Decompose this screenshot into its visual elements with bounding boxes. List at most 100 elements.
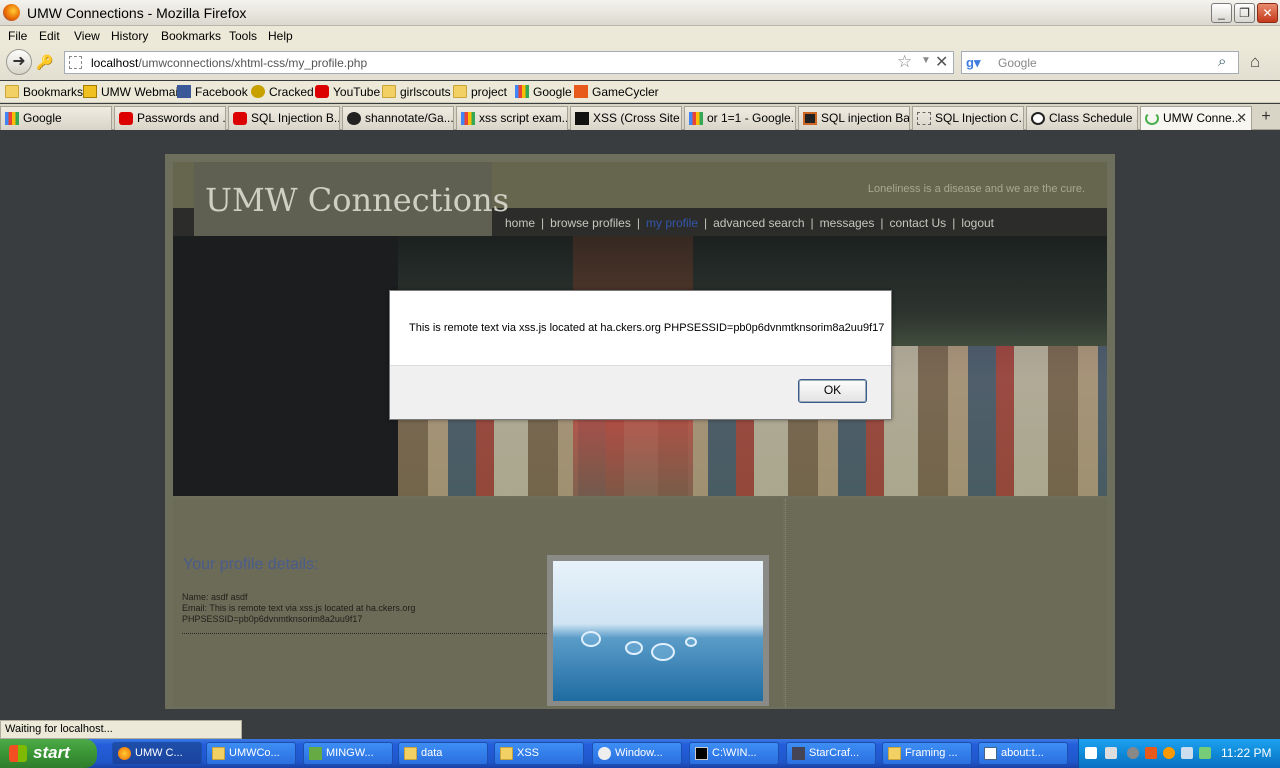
menu-help[interactable]: Help bbox=[268, 29, 293, 43]
nav-separator: | bbox=[541, 216, 545, 230]
key-icon[interactable]: 🔑 bbox=[36, 54, 53, 71]
bookmark-umw-webmail[interactable]: UMW Webmail bbox=[83, 85, 181, 99]
tab-passwords[interactable]: Passwords and ... bbox=[114, 106, 226, 130]
task-umw-connections[interactable]: UMW C... bbox=[112, 742, 202, 765]
bookmark-girlscouts[interactable]: girlscouts bbox=[382, 85, 451, 99]
tray-icon[interactable] bbox=[1163, 747, 1175, 759]
dark-sidebar-panel bbox=[173, 236, 398, 496]
task-about[interactable]: about:t... bbox=[978, 742, 1068, 765]
gamecycler-icon bbox=[574, 85, 588, 98]
url-history-dropdown-icon[interactable]: ▼ bbox=[921, 55, 931, 66]
tab-or-1-1[interactable]: or 1=1 - Google... bbox=[684, 106, 796, 130]
home-icon[interactable]: ⌂ bbox=[1250, 52, 1260, 72]
menu-edit[interactable]: Edit bbox=[39, 29, 60, 43]
restore-button[interactable]: ❐ bbox=[1234, 3, 1255, 23]
nav-my-profile[interactable]: my profile bbox=[646, 216, 698, 230]
folder-icon bbox=[5, 85, 19, 98]
task-umwconnections-folder[interactable]: UMWCo... bbox=[206, 742, 296, 765]
divider bbox=[182, 633, 547, 634]
folder-icon bbox=[888, 747, 901, 760]
nav-advanced-search[interactable]: advanced search bbox=[713, 216, 804, 230]
tab-shannotate[interactable]: shannotate/Ga... bbox=[342, 106, 454, 130]
site-container: UMW Connections Loneliness is a disease … bbox=[165, 154, 1115, 709]
tab-sql-injection-c[interactable]: SQL Injection C... bbox=[912, 106, 1024, 130]
bookmark-facebook[interactable]: Facebook bbox=[177, 85, 248, 99]
volume-icon[interactable] bbox=[1181, 747, 1193, 759]
task-command-prompt[interactable]: C:\WIN... bbox=[689, 742, 779, 765]
tray-icon[interactable] bbox=[1127, 747, 1139, 759]
close-tab-icon[interactable]: ✕ bbox=[1236, 107, 1247, 129]
status-text: Waiting for localhost... bbox=[5, 723, 113, 735]
back-button[interactable]: ➜ bbox=[6, 49, 32, 75]
url-bar[interactable]: localhost/umwconnections/xhtml-css/my_pr… bbox=[64, 51, 954, 74]
close-button[interactable]: ✕ bbox=[1257, 3, 1278, 23]
bookmark-cracked[interactable]: Cracked bbox=[251, 85, 314, 99]
clock[interactable]: 11:22 PM bbox=[1221, 746, 1271, 760]
site-logo[interactable]: UMW Connections bbox=[205, 181, 509, 219]
folder-icon bbox=[500, 747, 513, 760]
minimize-button[interactable]: _ bbox=[1211, 3, 1232, 23]
bookmark-gamecycler[interactable]: GameCycler bbox=[574, 85, 659, 99]
search-bar[interactable]: g▾ Google ⌕ bbox=[961, 51, 1239, 74]
nav-messages[interactable]: messages bbox=[820, 216, 875, 230]
tray-icon[interactable] bbox=[1105, 747, 1117, 759]
google-icon bbox=[5, 112, 19, 125]
search-icon[interactable]: ⌕ bbox=[1218, 53, 1226, 70]
bookmark-project[interactable]: project bbox=[453, 85, 507, 99]
task-framing-folder[interactable]: Framing ... bbox=[882, 742, 972, 765]
site-identity-icon[interactable] bbox=[69, 56, 82, 69]
search-input[interactable]: Google bbox=[998, 56, 1037, 70]
tab-umw-connections[interactable]: UMW Conne... ✕ bbox=[1140, 106, 1252, 130]
media-player-icon bbox=[598, 747, 611, 760]
google-engine-icon[interactable]: g▾ bbox=[966, 55, 982, 71]
google-icon bbox=[461, 112, 475, 125]
nav-home[interactable]: home bbox=[505, 216, 535, 230]
tab-class-schedule[interactable]: Class Schedule ... bbox=[1026, 106, 1138, 130]
site-tagline: Loneliness is a disease and we are the c… bbox=[867, 183, 1085, 195]
window-title: UMW Connections - Mozilla Firefox bbox=[27, 5, 247, 21]
stop-icon[interactable]: ✕ bbox=[935, 52, 948, 72]
profile-details: Name: asdf asdf Email: This is remote te… bbox=[182, 592, 542, 625]
menu-view[interactable]: View bbox=[74, 29, 100, 43]
tray-icon[interactable] bbox=[1145, 747, 1157, 759]
url-text[interactable]: localhost/umwconnections/xhtml-css/my_pr… bbox=[91, 56, 367, 70]
bookmark-google[interactable]: Google bbox=[515, 85, 572, 99]
profile-heading: Your profile details: bbox=[183, 556, 319, 573]
youtube-icon bbox=[233, 112, 247, 125]
menu-bookmarks[interactable]: Bookmarks bbox=[161, 29, 221, 43]
title-bar: UMW Connections - Mozilla Firefox _ ❐ ✕ bbox=[0, 0, 1280, 26]
help-icon[interactable] bbox=[1085, 747, 1097, 759]
tab-xss-script[interactable]: xss script exam... bbox=[456, 106, 568, 130]
bubble bbox=[625, 641, 643, 655]
github-icon bbox=[347, 112, 361, 125]
new-tab-button[interactable]: + bbox=[1254, 106, 1278, 130]
firefox-icon bbox=[3, 4, 20, 21]
network-icon[interactable] bbox=[1199, 747, 1211, 759]
nav-logout[interactable]: logout bbox=[961, 216, 994, 230]
menu-tools[interactable]: Tools bbox=[229, 29, 257, 43]
menu-file[interactable]: File bbox=[8, 29, 27, 43]
tab-xss-cross-site[interactable]: XSS (Cross Site ... bbox=[570, 106, 682, 130]
bookmark-star-icon[interactable]: ☆ bbox=[897, 52, 912, 72]
nav-browse-profiles[interactable]: browse profiles bbox=[550, 216, 631, 230]
profile-image bbox=[553, 561, 763, 701]
tab-google[interactable]: Google bbox=[0, 106, 112, 130]
bookmark-youtube[interactable]: YouTube bbox=[315, 85, 380, 99]
tab-sql-injection-b[interactable]: SQL Injection B... bbox=[228, 106, 340, 130]
task-starcraft[interactable]: StarCraf... bbox=[786, 742, 876, 765]
task-xss-folder[interactable]: XSS bbox=[494, 742, 584, 765]
nav-contact-us[interactable]: contact Us bbox=[889, 216, 946, 230]
tab-sql-injection-ba[interactable]: SQL injection Ba... bbox=[798, 106, 910, 130]
task-data-folder[interactable]: data bbox=[398, 742, 488, 765]
start-button[interactable]: start bbox=[0, 739, 97, 768]
task-mingw[interactable]: MINGW... bbox=[303, 742, 393, 765]
ok-button[interactable]: OK bbox=[798, 379, 867, 403]
task-windows-media[interactable]: Window... bbox=[592, 742, 682, 765]
profile-email: Email: This is remote text via xss.js lo… bbox=[182, 603, 416, 613]
folder-icon bbox=[212, 747, 225, 760]
menu-history[interactable]: History bbox=[111, 29, 148, 43]
bookmark-bookmarks[interactable]: Bookmarks bbox=[5, 85, 83, 99]
profile-name: Name: asdf asdf bbox=[182, 592, 248, 602]
tab-strip: Google Passwords and ... SQL Injection B… bbox=[0, 104, 1280, 130]
taskbar: start UMW C... UMWCo... MINGW... data XS… bbox=[0, 739, 1280, 768]
